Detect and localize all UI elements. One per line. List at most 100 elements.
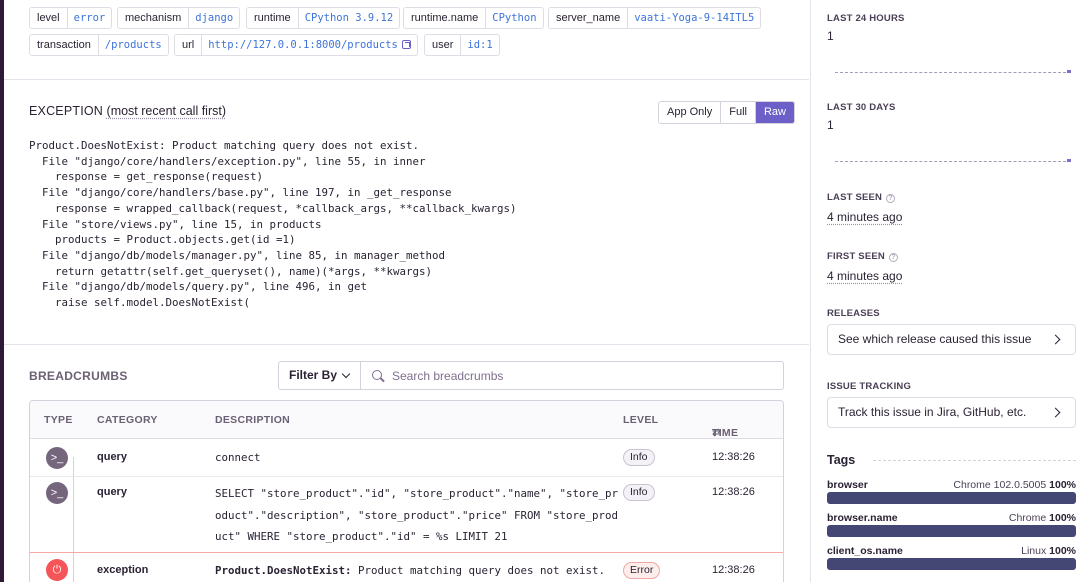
tag-value[interactable]: vaati-Yoga-9-14ITL5 bbox=[628, 8, 760, 28]
sparkline-24h-bar bbox=[1067, 70, 1071, 73]
raw-stacktrace: Product.DoesNotExist: Product matching q… bbox=[29, 139, 517, 310]
stacktrace-view-toggle: App Only Full Raw bbox=[658, 101, 795, 124]
breadcrumbs-title: BREADCRUMBS bbox=[29, 369, 128, 383]
tag-top-value: Linux 100% bbox=[1021, 545, 1076, 557]
tag-name: browser bbox=[827, 479, 868, 491]
filter-by-label: Filter By bbox=[289, 368, 338, 382]
tag-key: transaction bbox=[30, 35, 99, 55]
exception-heading: EXCEPTION (most recent call first) bbox=[29, 104, 226, 118]
app-only-button[interactable]: App Only bbox=[659, 102, 722, 123]
release-link-button[interactable]: See which release caused this issue bbox=[827, 324, 1076, 355]
full-button[interactable]: Full bbox=[721, 102, 756, 123]
search-input[interactable] bbox=[392, 368, 762, 383]
last-24-hours-count: 1 bbox=[827, 29, 834, 43]
tag-pill-transaction[interactable]: transaction /products bbox=[29, 34, 169, 56]
exception-order-toggle[interactable]: (most recent call first) bbox=[107, 104, 226, 118]
tag-pill-user[interactable]: user id:1 bbox=[424, 34, 500, 56]
row-time: 12:38:26 bbox=[712, 451, 755, 463]
level-badge: Info bbox=[623, 484, 655, 501]
exception-message: Product matching query does not exist. bbox=[351, 564, 606, 577]
tag-pill-server-name[interactable]: server_name vaati-Yoga-9-14ITL5 bbox=[548, 7, 762, 29]
releases-label: RELEASES bbox=[827, 308, 880, 319]
tag-value[interactable]: CPython 3.9.12 bbox=[299, 8, 400, 28]
first-seen-value[interactable]: 4 minutes ago bbox=[827, 269, 902, 283]
tag-distribution-bar[interactable] bbox=[827, 525, 1076, 537]
tag-key: url bbox=[175, 35, 203, 55]
tag-key: level bbox=[30, 8, 68, 28]
row-category: exception bbox=[97, 564, 149, 576]
row-time: 12:38:26 bbox=[712, 564, 755, 576]
raw-button[interactable]: Raw bbox=[755, 102, 794, 123]
tag-key: user bbox=[425, 35, 462, 55]
row-category: query bbox=[97, 451, 127, 463]
issue-tracking-text: Track this issue in Jira, GitHub, etc. bbox=[838, 405, 1027, 419]
tag-pill-runtime-name[interactable]: runtime.name CPython bbox=[403, 7, 544, 29]
section-divider bbox=[4, 79, 809, 80]
tag-distribution-bar[interactable] bbox=[827, 492, 1076, 504]
url-text[interactable]: http://127.0.0.1:8000/products bbox=[208, 39, 398, 51]
breadcrumbs-table-header: TYPE CATEGORY DESCRIPTION LEVEL ⇄ TIME bbox=[30, 401, 783, 439]
last-30-days-count: 1 bbox=[827, 118, 834, 132]
tag-value[interactable]: django bbox=[189, 8, 239, 28]
tag-top-value: Chrome 102.0.5005 100% bbox=[953, 479, 1076, 491]
column-category: CATEGORY bbox=[97, 414, 158, 426]
last-seen-label: LAST SEEN? bbox=[827, 192, 896, 203]
tag-value[interactable]: CPython bbox=[486, 8, 542, 28]
chevron-right-icon bbox=[1050, 407, 1061, 418]
section-divider bbox=[4, 344, 809, 345]
table-row[interactable]: >_ query connect Info 12:38:26 bbox=[30, 439, 783, 476]
tag-value[interactable]: http://127.0.0.1:8000/products bbox=[202, 35, 417, 55]
tag-top-value: Chrome 100% bbox=[1008, 512, 1076, 524]
chevron-down-icon bbox=[341, 369, 351, 379]
breadcrumb-search bbox=[360, 361, 784, 390]
tag-value[interactable]: id:1 bbox=[461, 35, 498, 55]
table-row[interactable]: >_ query SELECT "store_product"."id", "s… bbox=[30, 477, 783, 552]
tags-heading: Tags bbox=[827, 453, 856, 467]
issue-sidebar: LAST 24 HOURS 1 LAST 30 DAYS 1 LAST SEEN… bbox=[810, 0, 1080, 582]
power-icon: ⏻ bbox=[46, 559, 68, 581]
terminal-icon: >_ bbox=[46, 482, 68, 504]
row-description: Product.DoesNotExist: Product matching q… bbox=[215, 560, 605, 582]
tag-value[interactable]: /products bbox=[99, 35, 168, 55]
tag-pill-url[interactable]: url http://127.0.0.1:8000/products bbox=[174, 34, 418, 56]
row-description: SELECT "store_product"."id", "store_prod… bbox=[215, 487, 619, 543]
tag-value[interactable]: error bbox=[68, 8, 112, 28]
tag-pill-level[interactable]: level error bbox=[29, 7, 113, 29]
filter-by-dropdown[interactable]: Filter By bbox=[278, 361, 361, 390]
event-main-panel: level error mechanism django runtime CPy… bbox=[4, 0, 809, 582]
help-icon[interactable]: ? bbox=[886, 194, 896, 203]
level-badge: Error bbox=[623, 562, 661, 579]
search-icon bbox=[372, 369, 384, 382]
table-row[interactable]: ⏻ exception Product.DoesNotExist: Produc… bbox=[30, 553, 783, 582]
sparkline-30d[interactable] bbox=[835, 161, 1071, 163]
tag-key: server_name bbox=[549, 8, 629, 28]
row-time: 12:38:26 bbox=[712, 486, 755, 498]
help-icon[interactable]: ? bbox=[888, 253, 898, 262]
last-seen-value[interactable]: 4 minutes ago bbox=[827, 210, 902, 224]
row-description: connect bbox=[215, 451, 261, 464]
chevron-right-icon bbox=[1050, 334, 1061, 345]
tag-name: browser.name bbox=[827, 512, 898, 524]
tags-heading-rule bbox=[873, 460, 1076, 461]
issue-tracking-label: ISSUE TRACKING bbox=[827, 381, 912, 392]
tag-key: runtime.name bbox=[404, 8, 487, 28]
tag-key: runtime bbox=[247, 8, 299, 28]
issue-tracking-button[interactable]: Track this issue in Jira, GitHub, etc. bbox=[827, 397, 1076, 428]
column-description: DESCRIPTION bbox=[215, 414, 291, 426]
exception-type: Product.DoesNotExist: bbox=[215, 564, 352, 577]
last-30-days-label: LAST 30 DAYS bbox=[827, 102, 896, 113]
column-type: TYPE bbox=[44, 414, 73, 426]
terminal-icon: >_ bbox=[46, 447, 68, 469]
last-24-hours-label: LAST 24 HOURS bbox=[827, 13, 905, 24]
breadcrumbs-table: TYPE CATEGORY DESCRIPTION LEVEL ⇄ TIME >_… bbox=[29, 400, 784, 582]
tag-distribution-bar[interactable] bbox=[827, 558, 1076, 570]
tag-key: mechanism bbox=[118, 8, 190, 28]
first-seen-label: FIRST SEEN? bbox=[827, 251, 898, 262]
tag-pill-mechanism[interactable]: mechanism django bbox=[117, 7, 241, 29]
column-level: LEVEL bbox=[623, 414, 659, 426]
open-external-icon[interactable] bbox=[401, 40, 411, 49]
sparkline-24h[interactable] bbox=[835, 72, 1071, 74]
tag-pill-runtime[interactable]: runtime CPython 3.9.12 bbox=[246, 7, 401, 29]
row-category: query bbox=[97, 486, 127, 498]
level-badge: Info bbox=[623, 449, 655, 466]
